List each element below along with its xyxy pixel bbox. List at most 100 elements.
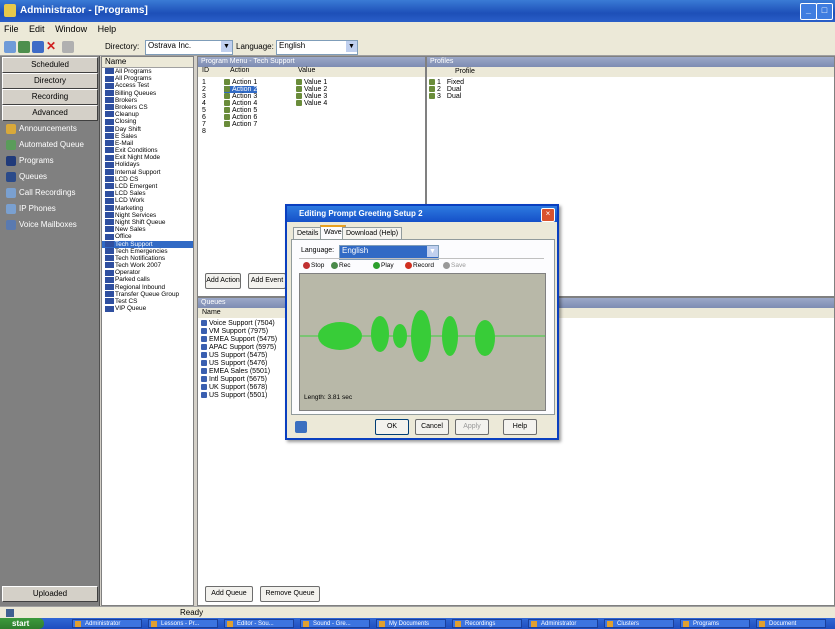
program-action-row[interactable]: Action 7 bbox=[224, 121, 257, 128]
taskbar-task[interactable]: My Documents bbox=[376, 619, 446, 628]
program-tree-item[interactable]: Holidays bbox=[102, 161, 193, 168]
remove-queue-button[interactable]: Remove Queue bbox=[260, 586, 320, 602]
nav-item-queues[interactable]: Queues bbox=[6, 172, 47, 186]
minimize-button[interactable]: _ bbox=[800, 3, 817, 20]
nav-scheduled-button[interactable]: Scheduled bbox=[2, 57, 98, 73]
apply-button[interactable]: Apply bbox=[455, 419, 489, 435]
help-button[interactable]: Help bbox=[503, 419, 537, 435]
directory-select[interactable]: Ostrava Inc. ▼ bbox=[145, 40, 233, 55]
col-value[interactable]: Value bbox=[298, 67, 315, 74]
program-id-row[interactable]: 3 bbox=[202, 93, 206, 100]
play-button[interactable]: Play bbox=[373, 260, 394, 271]
queue-row[interactable]: EMEA Support (5475) bbox=[201, 336, 277, 344]
program-value-row[interactable]: Value 2 bbox=[296, 86, 327, 93]
queue-row[interactable]: US Support (5501) bbox=[201, 392, 277, 400]
program-tree-item[interactable]: Access Test bbox=[102, 82, 193, 89]
program-tree-item[interactable]: All Programs bbox=[102, 68, 193, 75]
program-value-row[interactable]: Value 3 bbox=[296, 93, 327, 100]
program-tree-item[interactable]: Brokers CS bbox=[102, 104, 193, 111]
program-tree-item[interactable]: Tech Support bbox=[102, 240, 193, 248]
queue-row[interactable]: APAC Support (5975) bbox=[201, 344, 277, 352]
menu-edit[interactable]: Edit bbox=[25, 22, 49, 34]
nav-uploaded-button[interactable]: Uploaded bbox=[2, 586, 98, 602]
nav-recording-button[interactable]: Recording bbox=[2, 89, 98, 105]
program-tree-item[interactable]: E Sales bbox=[102, 133, 193, 140]
stop-button[interactable]: Stop bbox=[303, 260, 324, 271]
taskbar-task[interactable]: Document bbox=[756, 619, 826, 628]
save-wave-button[interactable]: Save bbox=[443, 260, 466, 271]
ok-button[interactable]: OK bbox=[375, 419, 409, 435]
program-tree-item[interactable]: Regional Inbound bbox=[102, 284, 193, 291]
rec-button[interactable]: Rec bbox=[331, 260, 351, 271]
window-titlebar[interactable]: Administrator - [Programs] _ □ bbox=[0, 0, 835, 22]
program-id-row[interactable]: 6 bbox=[202, 114, 206, 121]
program-tree-item[interactable]: LCD CS bbox=[102, 176, 193, 183]
program-value-row[interactable]: Value 1 bbox=[296, 79, 327, 86]
program-tree-item[interactable]: Internal Support bbox=[102, 169, 193, 176]
program-tree-item[interactable]: Parked calls bbox=[102, 276, 193, 283]
tab-download[interactable]: Download (Help) bbox=[342, 227, 403, 239]
taskbar-task[interactable]: Administrator bbox=[528, 619, 598, 628]
profile-column-header[interactable]: Profile bbox=[427, 67, 834, 77]
language-select[interactable]: English ▼ bbox=[276, 40, 358, 55]
taskbar-task[interactable]: Lessons - Pr... bbox=[148, 619, 218, 628]
program-tree-item[interactable]: Brokers bbox=[102, 97, 193, 104]
properties-icon[interactable] bbox=[62, 41, 74, 53]
tab-details[interactable]: Details bbox=[293, 227, 323, 239]
program-tree-item[interactable]: All Programs bbox=[102, 75, 193, 82]
program-tree-item[interactable]: Night Services bbox=[102, 212, 193, 219]
nav-directory-button[interactable]: Directory bbox=[2, 73, 98, 89]
program-action-row[interactable]: Action 2 bbox=[224, 86, 258, 93]
program-id-row[interactable]: 5 bbox=[202, 107, 206, 114]
nav-item-call-recordings[interactable]: Call Recordings bbox=[6, 188, 75, 202]
taskbar-task[interactable]: Recordings bbox=[452, 619, 522, 628]
delete-icon[interactable]: ✕ bbox=[46, 40, 58, 53]
save-icon[interactable] bbox=[18, 41, 30, 53]
program-tree-item[interactable]: Tech Notifications bbox=[102, 255, 193, 262]
nav-advanced-button[interactable]: Advanced bbox=[2, 105, 98, 121]
taskbar-task[interactable]: Clusters bbox=[604, 619, 674, 628]
menu-file[interactable]: File bbox=[0, 22, 23, 34]
menu-window[interactable]: Window bbox=[51, 22, 91, 34]
program-tree-item[interactable]: Test CS bbox=[102, 298, 193, 305]
menu-help[interactable]: Help bbox=[94, 22, 121, 34]
dialog-close-button[interactable]: × bbox=[541, 208, 555, 222]
waveform-display[interactable]: Length: 3.81 sec bbox=[299, 273, 546, 411]
nav-item-ip-phones[interactable]: IP Phones bbox=[6, 204, 56, 218]
program-tree-item[interactable]: VIP Queue bbox=[102, 305, 193, 312]
program-id-row[interactable]: 2 bbox=[202, 86, 206, 93]
program-tree-item[interactable]: New Sales bbox=[102, 226, 193, 233]
dialog-titlebar[interactable]: Editing Prompt Greeting Setup 2 bbox=[287, 206, 557, 222]
program-tree-item[interactable]: LCD Emergent bbox=[102, 183, 193, 190]
record-button[interactable]: Record bbox=[405, 260, 434, 271]
program-action-row[interactable]: Action 3 bbox=[224, 93, 257, 100]
queue-row[interactable]: VM Support (7975) bbox=[201, 328, 277, 336]
program-tree-item[interactable]: Office bbox=[102, 233, 193, 240]
taskbar-task[interactable]: Administrator bbox=[72, 619, 142, 628]
nav-item-announcements[interactable]: Announcements bbox=[6, 124, 77, 138]
nav-item-automated-queue[interactable]: Automated Queue bbox=[6, 140, 84, 154]
queue-row[interactable]: Voice Support (7504) bbox=[201, 320, 277, 328]
copy-icon[interactable] bbox=[32, 41, 44, 53]
program-id-row[interactable]: 4 bbox=[202, 100, 206, 107]
program-action-row[interactable]: Action 5 bbox=[224, 107, 257, 114]
profile-row[interactable]: 1 Fixed bbox=[429, 79, 464, 86]
nav-item-programs[interactable]: Programs bbox=[6, 156, 54, 170]
program-tree-item[interactable]: Night Shift Queue bbox=[102, 219, 193, 226]
taskbar-task[interactable]: Sound - Gre... bbox=[300, 619, 370, 628]
cancel-button[interactable]: Cancel bbox=[415, 419, 449, 435]
program-tree-item[interactable]: LCD Sales bbox=[102, 190, 193, 197]
program-tree-item[interactable]: Billing Queues bbox=[102, 90, 193, 97]
program-tree-item[interactable]: Transfer Queue Group bbox=[102, 291, 193, 298]
queue-row[interactable]: US Support (5476) bbox=[201, 360, 277, 368]
program-tree-item[interactable]: Cleanup bbox=[102, 111, 193, 118]
program-tree-item[interactable]: E-Mail bbox=[102, 140, 193, 147]
program-tree-item[interactable]: LCD Work bbox=[102, 197, 193, 204]
program-tree-item[interactable]: Marketing bbox=[102, 205, 193, 212]
taskbar-task[interactable]: Programs bbox=[680, 619, 750, 628]
program-tree-item[interactable]: Operator bbox=[102, 269, 193, 276]
add-action-button[interactable]: Add Action bbox=[205, 273, 241, 289]
program-id-row[interactable]: 1 bbox=[202, 79, 206, 86]
nav-item-voice-mailboxes[interactable]: Voice Mailboxes bbox=[6, 220, 77, 234]
program-tree-item[interactable]: Exit Night Mode bbox=[102, 154, 193, 161]
